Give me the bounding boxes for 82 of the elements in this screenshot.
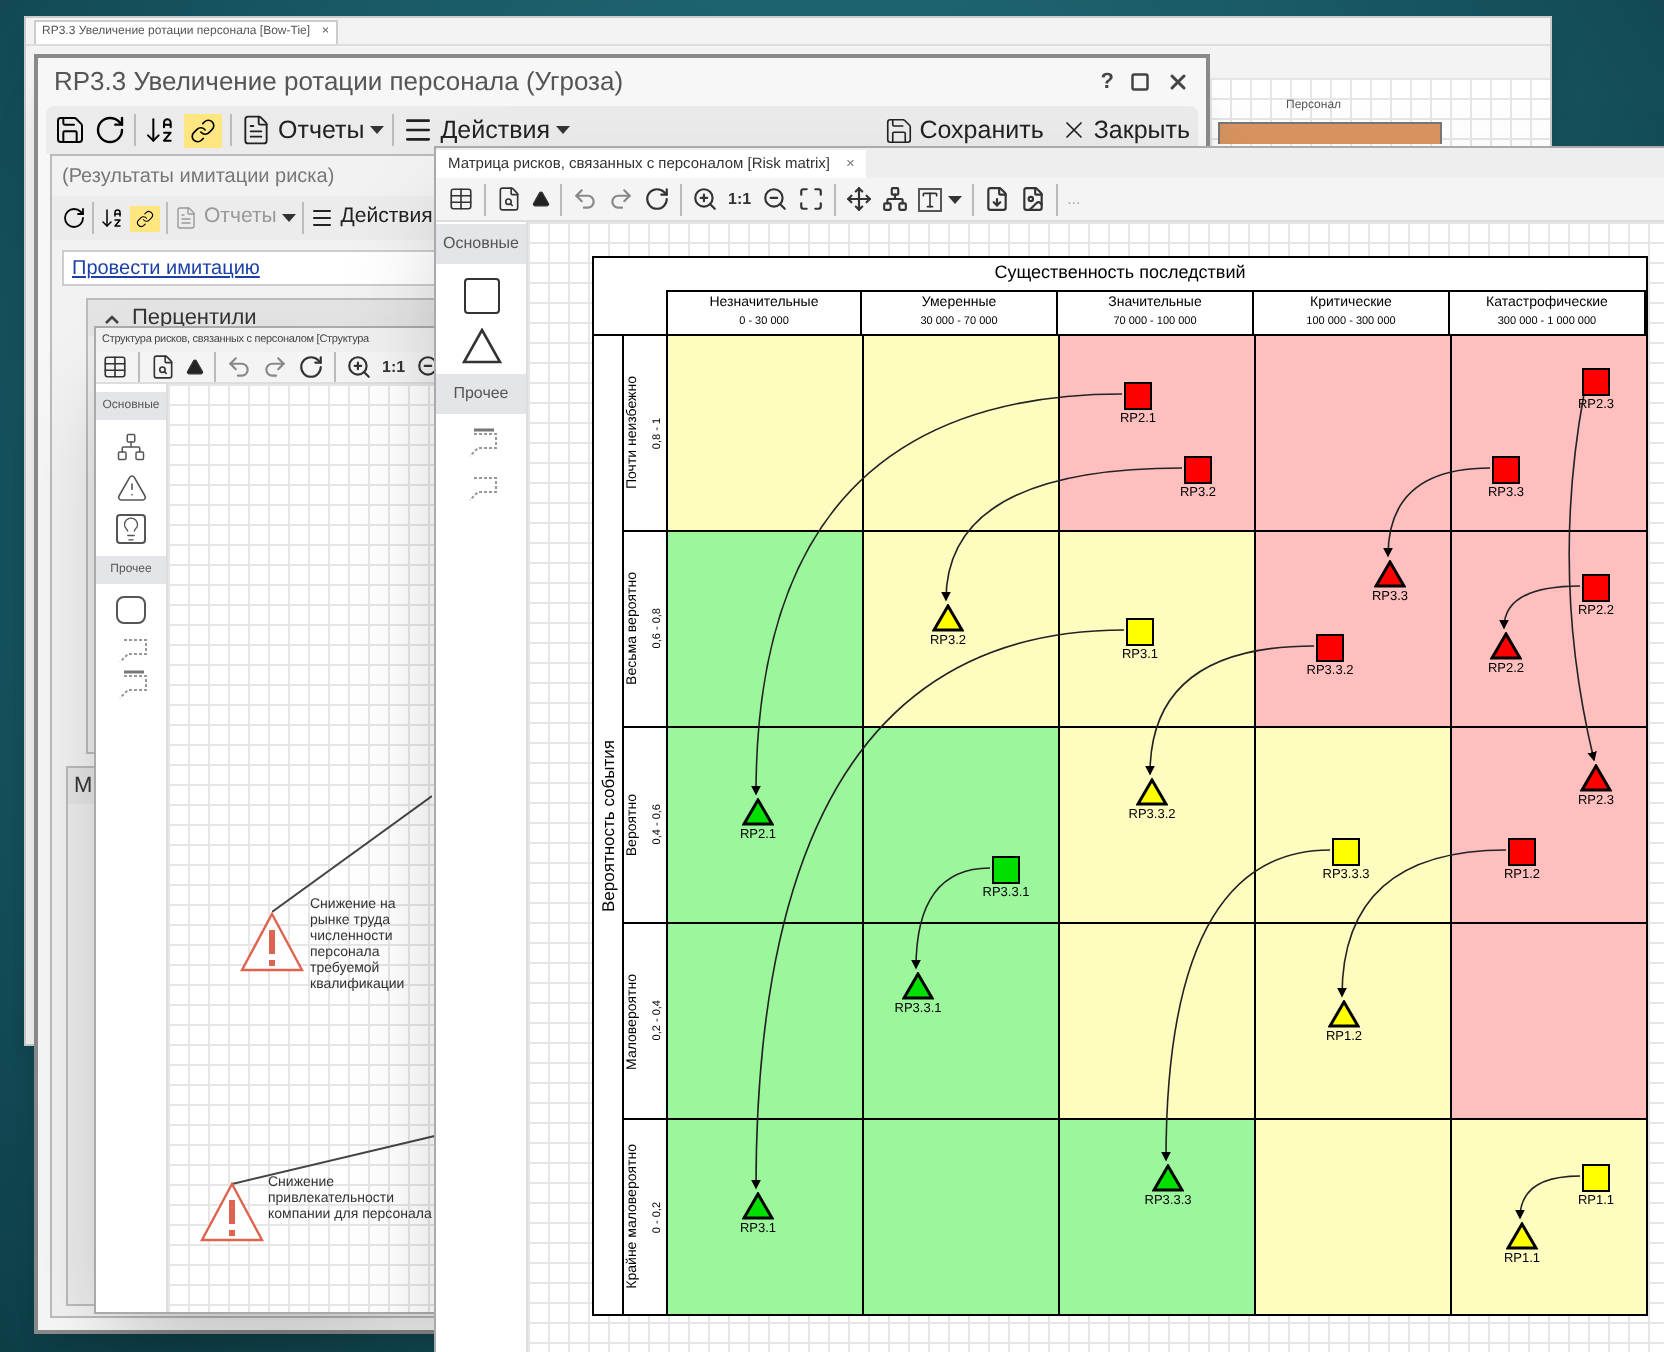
- axis-label: Вероятность события: [595, 739, 620, 911]
- risk-triangle[interactable]: [742, 1192, 774, 1220]
- diagram-node[interactable]: [1218, 122, 1442, 144]
- sort-icon[interactable]: [100, 206, 124, 230]
- risk-square[interactable]: [992, 856, 1020, 884]
- panel-title: (Результаты имитации риска): [62, 163, 335, 191]
- save-button[interactable]: Сохранить: [883, 111, 1044, 149]
- image-export-icon[interactable]: [1019, 186, 1046, 212]
- find-icon[interactable]: [496, 186, 522, 212]
- table-icon[interactable]: [448, 186, 474, 212]
- bulb-icon[interactable]: [116, 514, 146, 544]
- link-arrow: [1515, 1175, 1581, 1220]
- link-arrow: [1383, 467, 1491, 558]
- risk-triangle[interactable]: [902, 972, 934, 1000]
- find-icon[interactable]: [150, 354, 176, 380]
- palette-heading: Основные: [436, 224, 526, 264]
- reports-menu[interactable]: Отчеты: [240, 111, 385, 149]
- zoom-in-icon[interactable]: [692, 186, 718, 212]
- redo-icon[interactable]: [262, 354, 288, 380]
- hierarchy-icon[interactable]: [881, 186, 908, 212]
- risk-triangle[interactable]: [1136, 778, 1168, 806]
- warning-triangle[interactable]: [200, 1182, 264, 1242]
- caret-icon: [556, 126, 570, 134]
- matrix-title: Существенность последствий: [994, 260, 1246, 287]
- close-icon[interactable]: [1166, 70, 1190, 94]
- hierarchy-icon[interactable]: [116, 432, 146, 462]
- maximize-icon[interactable]: [1130, 72, 1150, 92]
- refresh-icon[interactable]: [298, 354, 324, 380]
- run-simulation-link[interactable]: Провести имитацию: [72, 253, 260, 283]
- risk-triangle[interactable]: [1506, 1222, 1538, 1250]
- table-icon[interactable]: [102, 354, 128, 380]
- risk-square[interactable]: [1582, 1164, 1610, 1192]
- menu-icon: [402, 114, 435, 146]
- risk-square[interactable]: [1332, 838, 1360, 866]
- close-button[interactable]: Закрыть: [1059, 111, 1190, 149]
- report-icon: [240, 114, 272, 146]
- square-shape-icon[interactable]: [463, 278, 499, 314]
- save-icon: [883, 115, 914, 145]
- risk-triangle[interactable]: [1374, 560, 1406, 588]
- window-title: RP3.3 Увеличение ротации персонала (Угроза): [54, 64, 624, 101]
- caret-icon: [947, 195, 962, 203]
- undo-icon[interactable]: [572, 186, 598, 212]
- caret-icon: [282, 214, 297, 222]
- text-style-button[interactable]: [917, 187, 962, 211]
- risk-triangle[interactable]: [1152, 1164, 1184, 1192]
- zoom-in-icon[interactable]: [346, 354, 372, 380]
- refresh-icon[interactable]: [62, 206, 86, 230]
- triangle-icon[interactable]: [532, 190, 550, 208]
- warning-triangle[interactable]: [240, 912, 304, 972]
- fit-icon[interactable]: [797, 186, 824, 212]
- menu-icon: [310, 206, 335, 230]
- risk-triangle[interactable]: [742, 798, 774, 826]
- section-title[interactable]: Перцентили: [132, 301, 257, 335]
- risk-triangle[interactable]: [1580, 764, 1612, 792]
- caret-icon: [370, 126, 385, 134]
- move-icon[interactable]: [845, 186, 872, 212]
- warning-icon[interactable]: [115, 472, 147, 504]
- palette-heading: Прочее: [436, 374, 526, 414]
- export-icon[interactable]: [983, 186, 1010, 212]
- actual-size-button[interactable]: 1:1: [382, 355, 406, 379]
- link-toggle[interactable]: [184, 113, 222, 147]
- risk-triangle[interactable]: [1490, 632, 1522, 660]
- undo-icon[interactable]: [226, 354, 252, 380]
- actual-size-button[interactable]: 1:1: [728, 187, 752, 211]
- actions-menu[interactable]: Действия: [402, 111, 570, 149]
- refresh-icon[interactable]: [644, 186, 670, 212]
- section-title[interactable]: М: [74, 769, 93, 803]
- save-icon[interactable]: [54, 114, 86, 146]
- report-icon: [174, 206, 198, 230]
- sort-icon[interactable]: [144, 114, 176, 146]
- zoom-out-icon[interactable]: [761, 186, 788, 212]
- risk-square[interactable]: [1126, 618, 1154, 646]
- risk-triangle[interactable]: [932, 604, 964, 632]
- triangle-icon[interactable]: [186, 358, 204, 376]
- refresh-icon[interactable]: [94, 114, 126, 146]
- risk-triangle[interactable]: [1328, 1000, 1360, 1028]
- link-toggle[interactable]: [130, 205, 160, 231]
- help-button[interactable]: ?: [1100, 65, 1114, 99]
- actions-menu[interactable]: Действия: [310, 202, 433, 234]
- collapse-icon[interactable]: [104, 313, 120, 323]
- redo-icon[interactable]: [608, 186, 634, 212]
- triangle-shape-icon[interactable]: [461, 328, 501, 364]
